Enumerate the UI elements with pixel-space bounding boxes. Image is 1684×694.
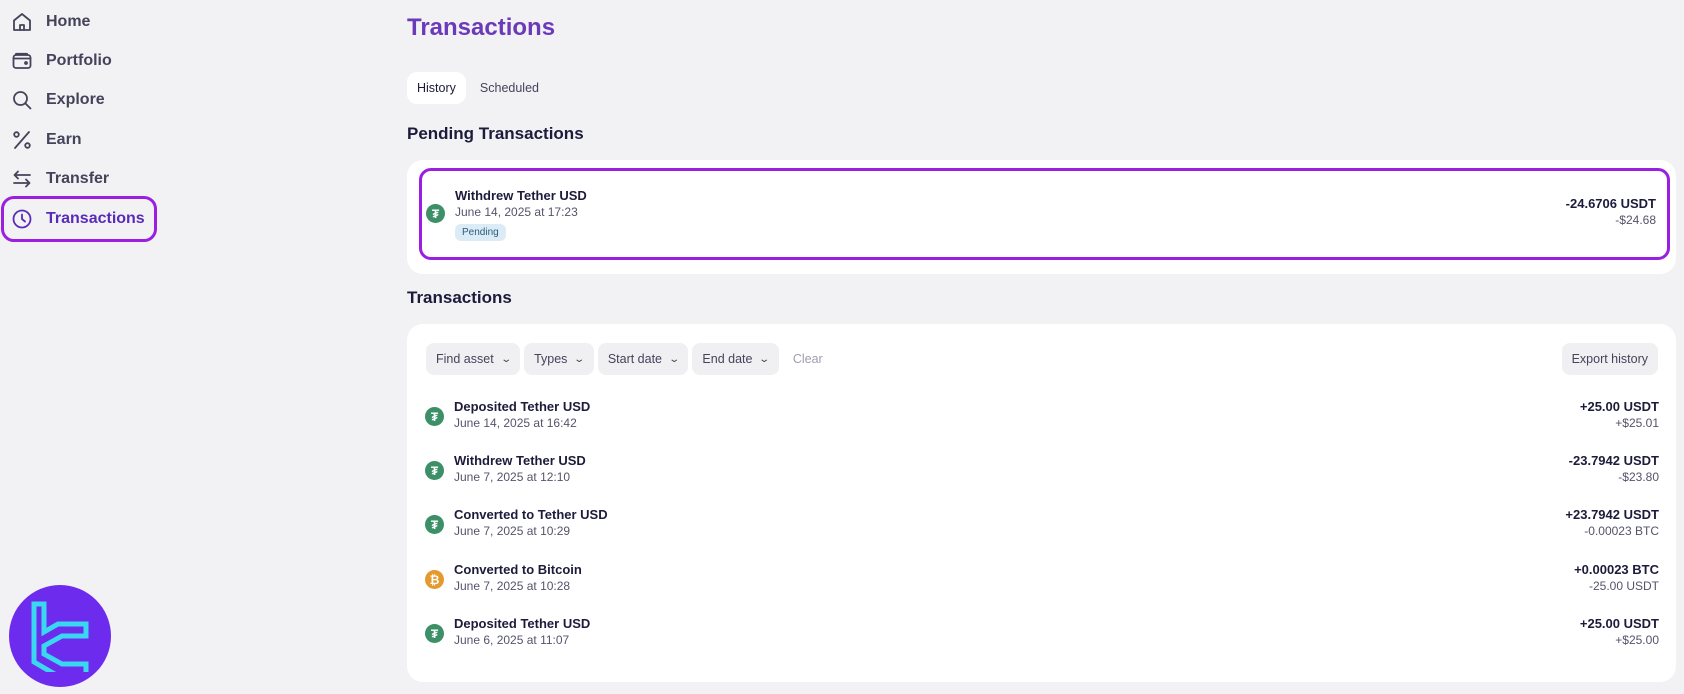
- filter-types[interactable]: Types ⌄: [524, 343, 594, 375]
- transaction-row[interactable]: ₮ Withdrew Tether USD June 7, 2025 at 12…: [425, 453, 1659, 503]
- transaction-fiat-amount: -$24.68: [1615, 213, 1656, 227]
- bitcoin-icon: ₿: [425, 570, 444, 589]
- filter-label: End date: [702, 352, 753, 366]
- transaction-title: Deposited Tether USD: [454, 616, 591, 631]
- sidebar-item-label: Portfolio: [46, 52, 112, 69]
- transaction-amount: +25.00 USDT: [1579, 399, 1659, 414]
- transaction-title: Converted to Tether USD: [454, 507, 608, 522]
- tether-icon: ₮: [425, 461, 444, 480]
- transfer-arrows-icon: [10, 167, 34, 191]
- transaction-secondary-amount: +$25.01: [1615, 416, 1659, 430]
- filter-end-date[interactable]: End date ⌄: [692, 343, 779, 375]
- transaction-secondary-amount: +$25.00: [1615, 633, 1659, 647]
- pending-card: ₮ Withdrew Tether USD June 14, 2025 at 1…: [407, 160, 1676, 274]
- chevron-down-icon: ⌄: [499, 353, 512, 365]
- transaction-amount: +0.00023 BTC: [1574, 562, 1659, 577]
- clear-filters-button[interactable]: Clear: [783, 343, 833, 375]
- home-icon: [10, 10, 34, 34]
- transaction-title: Deposited Tether USD: [454, 399, 591, 414]
- filter-start-date[interactable]: Start date ⌄: [597, 343, 689, 375]
- sidebar: Home Portfolio Explore Earn Transfer Tra…: [0, 0, 200, 694]
- transaction-date: June 7, 2025 at 10:29: [454, 524, 571, 538]
- transaction-secondary-amount: -0.00023 BTC: [1584, 524, 1659, 538]
- transaction-date: June 6, 2025 at 11:07: [454, 633, 570, 647]
- sidebar-item-label: Earn: [46, 131, 82, 148]
- filter-bar: Find asset ⌄ Types ⌄ Start date ⌄ End date ⌄…: [426, 343, 833, 375]
- chevron-down-icon: ⌄: [668, 353, 681, 365]
- transaction-row[interactable]: ₮ Deposited Tether USD June 14, 2025 at …: [425, 399, 1659, 449]
- transaction-row[interactable]: ₮ Converted to Tether USD June 7, 2025 a…: [425, 507, 1659, 557]
- wallet-icon: [10, 49, 34, 73]
- sidebar-item-label: Transactions: [46, 210, 145, 227]
- pending-transaction-row[interactable]: ₮ Withdrew Tether USD June 14, 2025 at 1…: [426, 188, 1656, 244]
- clock-icon: [10, 207, 34, 231]
- transaction-secondary-amount: -$23.80: [1618, 470, 1659, 484]
- filter-find-asset[interactable]: Find asset ⌄: [426, 343, 521, 375]
- transaction-title: Converted to Bitcoin: [454, 562, 582, 577]
- chevron-down-icon: ⌄: [573, 353, 586, 365]
- transaction-title: Withdrew Tether USD: [454, 453, 586, 468]
- tether-icon: ₮: [426, 204, 445, 223]
- transactions-card: Find asset ⌄ Types ⌄ Start date ⌄ End date ⌄…: [407, 324, 1676, 682]
- transaction-date: June 7, 2025 at 10:28: [454, 579, 571, 593]
- pending-highlight: ₮ Withdrew Tether USD June 14, 2025 at 1…: [419, 168, 1670, 260]
- tab-scheduled[interactable]: Scheduled: [470, 72, 549, 104]
- filter-label: Find asset: [436, 352, 494, 366]
- sidebar-item-transactions[interactable]: Transactions: [1, 196, 157, 242]
- search-icon: [10, 88, 34, 112]
- transaction-row[interactable]: ₿ Converted to Bitcoin June 7, 2025 at 1…: [425, 562, 1659, 612]
- export-history-button[interactable]: Export history: [1561, 343, 1658, 375]
- tab-history[interactable]: History: [407, 72, 466, 104]
- transaction-date: June 14, 2025 at 17:23: [455, 205, 578, 219]
- transaction-amount: +23.7942 USDT: [1565, 507, 1659, 522]
- transactions-section-heading: Transactions: [407, 288, 512, 307]
- filter-label: Start date: [607, 352, 663, 366]
- percent-icon: [10, 128, 34, 152]
- sidebar-item-home[interactable]: Home: [4, 2, 154, 42]
- sidebar-item-label: Home: [46, 13, 91, 30]
- pending-section-heading: Pending Transactions: [407, 124, 584, 143]
- filter-label: Types: [534, 352, 568, 366]
- status-badge: Pending: [455, 224, 506, 241]
- tether-icon: ₮: [425, 624, 444, 643]
- sidebar-item-explore[interactable]: Explore: [4, 80, 154, 120]
- tether-icon: ₮: [425, 407, 444, 426]
- chevron-down-icon: ⌄: [758, 353, 771, 365]
- tether-icon: ₮: [425, 515, 444, 534]
- tab-bar: History Scheduled: [407, 72, 549, 104]
- sidebar-item-earn[interactable]: Earn: [4, 120, 154, 160]
- brand-logo-mark: [31, 601, 89, 672]
- transaction-amount: +25.00 USDT: [1579, 616, 1659, 631]
- transaction-date: June 14, 2025 at 16:42: [454, 416, 577, 430]
- transaction-row[interactable]: ₮ Deposited Tether USD June 6, 2025 at 1…: [425, 616, 1659, 666]
- transaction-title: Withdrew Tether USD: [455, 188, 587, 203]
- sidebar-item-transfer[interactable]: Transfer: [4, 159, 154, 199]
- transaction-amount: -23.7942 USDT: [1568, 453, 1659, 468]
- page-title: Transactions: [407, 14, 556, 41]
- transaction-secondary-amount: -25.00 USDT: [1588, 579, 1659, 593]
- sidebar-item-label: Transfer: [46, 170, 110, 187]
- brand-logo: [9, 585, 111, 687]
- sidebar-item-portfolio[interactable]: Portfolio: [4, 41, 154, 81]
- transaction-amount: -24.6706 USDT: [1565, 196, 1656, 211]
- sidebar-item-label: Explore: [46, 91, 105, 108]
- transaction-date: June 7, 2025 at 12:10: [454, 470, 571, 484]
